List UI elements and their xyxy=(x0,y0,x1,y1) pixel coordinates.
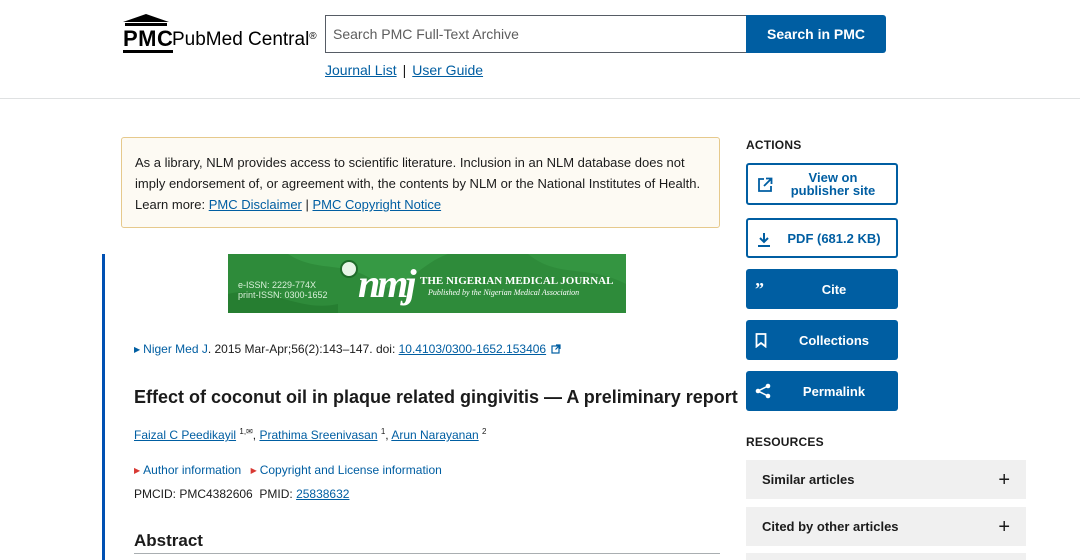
abstract-heading: Abstract xyxy=(134,531,720,554)
pmc-disclaimer-link[interactable]: PMC Disclaimer xyxy=(209,197,302,212)
share-icon xyxy=(755,371,771,411)
similar-articles-accordion[interactable]: Similar articles + xyxy=(746,460,1026,499)
collections-button[interactable]: Collections xyxy=(746,320,898,360)
pmc-logo[interactable]: PMC PubMed Central® xyxy=(121,14,317,54)
article-ids: PMCID: PMC4382606 PMID: 25838632 xyxy=(134,487,349,501)
pmid-label: PMID: xyxy=(259,487,297,501)
external-link-icon xyxy=(757,165,773,205)
journal-subtitle: Published by the Nigerian Medical Associ… xyxy=(428,288,580,297)
search-button[interactable]: Search in PMC xyxy=(746,15,886,53)
cited-by-accordion[interactable]: Cited by other articles + xyxy=(746,507,1026,546)
quote-icon: ” xyxy=(755,278,764,299)
pmc-copyright-link[interactable]: PMC Copyright Notice xyxy=(312,197,441,212)
search-input[interactable] xyxy=(326,16,746,52)
similar-articles-label: Similar articles xyxy=(762,472,855,487)
author-affiliation: 2 xyxy=(482,427,487,436)
author-affiliation: 1 xyxy=(380,427,386,436)
author-link[interactable]: Prathima Sreenivasan xyxy=(259,428,377,442)
plus-icon: + xyxy=(998,468,1010,491)
logo-name: PubMed Central® xyxy=(172,29,317,51)
nma-emblem-icon xyxy=(340,260,358,278)
plus-icon: + xyxy=(998,515,1010,538)
citation-text: . 2015 Mar-Apr;56(2):143–147. doi: xyxy=(207,342,399,356)
journal-link[interactable]: Niger Med J xyxy=(143,342,208,356)
nmj-logo-mark: nmj xyxy=(358,261,417,306)
pdf-button[interactable]: PDF (681.2 KB) xyxy=(746,218,898,258)
article-accent-bar xyxy=(102,254,105,560)
article-title: Effect of coconut oil in plaque related … xyxy=(134,387,738,407)
issn-info: e-ISSN: 2229-774X print-ISSN: 0300-1652 xyxy=(238,280,328,300)
author-information-toggle[interactable]: Author information xyxy=(143,463,241,477)
site-header: PMC PubMed Central® Search in PMC Journa… xyxy=(0,0,1080,99)
author-link[interactable]: Arun Narayanan xyxy=(391,428,478,442)
disclaimer-box: As a library, NLM provides access to sci… xyxy=(121,137,720,228)
expand-triangle-icon: ▶ xyxy=(250,466,257,475)
view-publisher-button[interactable]: View on publisher site xyxy=(746,163,898,205)
cite-label: Cite xyxy=(821,281,847,297)
download-icon xyxy=(757,220,771,260)
resources-heading: RESOURCES xyxy=(746,435,824,449)
user-guide-link[interactable]: User Guide xyxy=(412,62,483,78)
pmcid: PMCID: PMC4382606 xyxy=(134,487,253,501)
journal-name: THE NIGERIAN MEDICAL JOURNAL xyxy=(420,275,614,287)
external-link-icon xyxy=(551,344,562,354)
eissn: e-ISSN: 2229-774X xyxy=(238,280,317,290)
header-links: Journal List | User Guide xyxy=(325,62,483,78)
journal-banner[interactable]: e-ISSN: 2229-774X print-ISSN: 0300-1652 n… xyxy=(228,254,626,313)
author-affiliation: 1,✉ xyxy=(239,427,253,436)
cite-button[interactable]: ” Cite xyxy=(746,269,898,309)
citation-line: ▶ Niger Med J. 2015 Mar-Apr;56(2):143–147… xyxy=(134,342,562,356)
next-resource-accordion[interactable] xyxy=(746,553,1026,560)
pissn: print-ISSN: 0300-1652 xyxy=(238,290,328,300)
author-link[interactable]: Faizal C Peedikayil xyxy=(134,428,236,442)
cited-by-label: Cited by other articles xyxy=(762,519,899,534)
disclaimer-separator: | xyxy=(301,197,313,212)
author-list: Faizal C Peedikayil 1,✉, Prathima Sreeni… xyxy=(134,427,487,442)
permalink-button[interactable]: Permalink xyxy=(746,371,898,411)
collections-label: Collections xyxy=(798,332,870,348)
logo-name-text: PubMed Central xyxy=(172,29,310,50)
copyright-license-toggle[interactable]: Copyright and License information xyxy=(260,463,442,477)
registered-mark: ® xyxy=(309,31,317,42)
actions-heading: ACTIONS xyxy=(746,138,802,152)
search-box xyxy=(325,15,746,53)
logo-abbr: PMC xyxy=(123,26,174,53)
expand-triangle-icon: ▶ xyxy=(134,466,141,475)
article-info-links: ▶ Author information ▶ Copyright and Licen… xyxy=(134,463,448,477)
doi-link[interactable]: 10.4103/0300-1652.153406 xyxy=(399,342,546,356)
pmid-link[interactable]: 25838632 xyxy=(296,487,349,501)
bookmark-icon xyxy=(755,320,767,360)
journal-list-link[interactable]: Journal List xyxy=(325,62,397,78)
link-separator: | xyxy=(402,62,407,78)
expand-triangle-icon: ▶ xyxy=(134,345,141,354)
